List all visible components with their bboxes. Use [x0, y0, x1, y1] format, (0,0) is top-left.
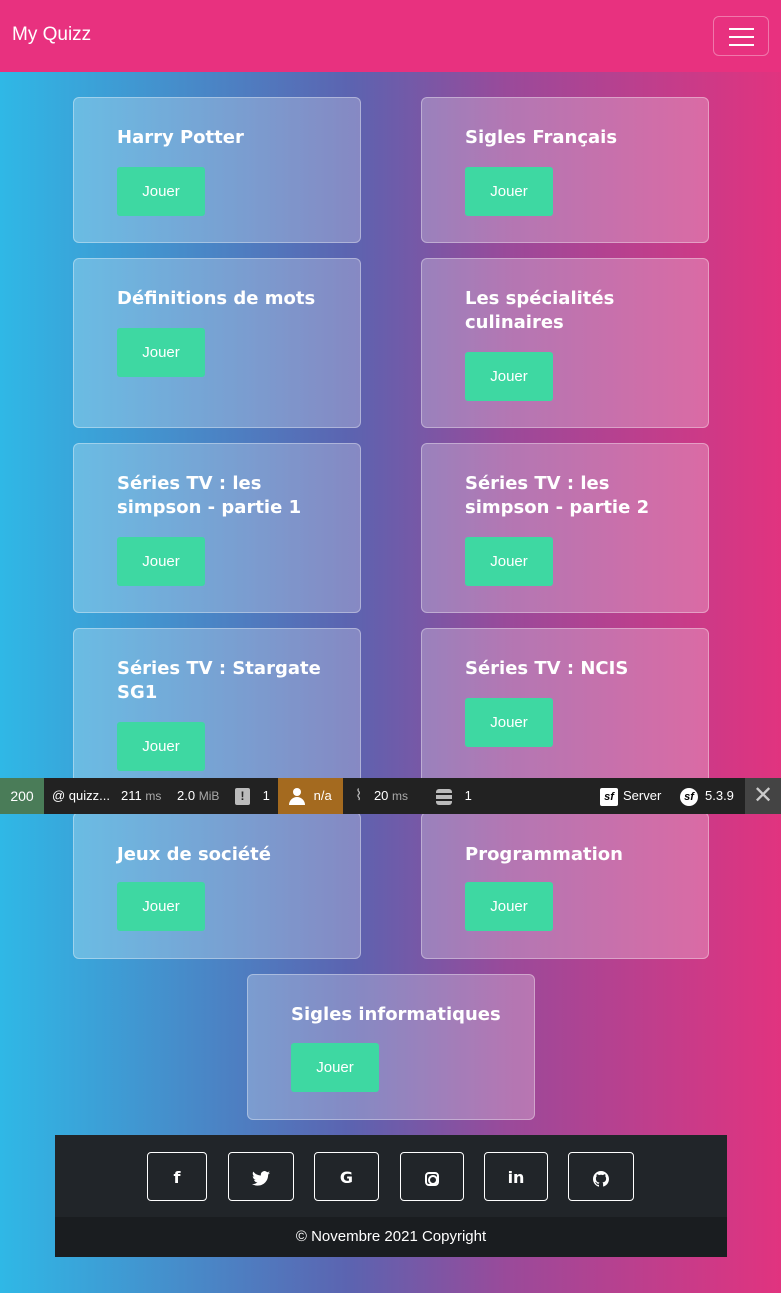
user-label: n/a — [313, 788, 332, 803]
db-count: 1 — [464, 788, 472, 803]
brand-link[interactable]: My Quizz — [12, 24, 91, 46]
play-button[interactable]: Jouer — [117, 722, 205, 771]
server-panel[interactable]: sf Server — [600, 778, 661, 814]
quiz-card: Programmation Jouer — [421, 812, 709, 959]
symfony-version: 5.3.9 — [705, 788, 734, 803]
play-button[interactable]: Jouer — [465, 698, 553, 747]
quiz-card: Séries TV : les simpson - partie 2 Jouer — [421, 443, 709, 613]
play-button[interactable]: Jouer — [465, 537, 553, 586]
version-panel[interactable]: sf 5.3.9 — [680, 778, 734, 814]
quiz-title: Séries TV : NCIS — [465, 658, 629, 679]
instagram-icon[interactable] — [400, 1152, 464, 1201]
navbar: My Quizz — [0, 0, 781, 72]
twig-panel[interactable]: ⌇ 20 ms — [355, 778, 408, 814]
logs-count: 1 — [262, 788, 270, 803]
quiz-title: Séries TV : les simpson - partie 1 — [117, 473, 302, 518]
user-panel[interactable]: n/a — [278, 778, 343, 814]
play-button[interactable]: Jouer — [117, 328, 205, 377]
symfony-logo-icon: sf — [680, 787, 698, 806]
quiz-card: Les spécialités culinaires Jouer — [421, 258, 709, 428]
linkedin-icon[interactable]: in — [484, 1152, 548, 1201]
quiz-card: Séries TV : les simpson - partie 1 Jouer — [73, 443, 361, 613]
quiz-title: Sigles informatiques — [291, 1004, 501, 1025]
quiz-title: Programmation — [465, 844, 623, 865]
quiz-card: Séries TV : Stargate SG1 Jouer — [73, 628, 361, 798]
twig-value: 20 — [373, 788, 389, 803]
quiz-title: Sigles Français — [465, 127, 618, 148]
quiz-title: Séries TV : les simpson - partie 2 — [465, 473, 650, 518]
database-icon — [436, 788, 452, 805]
quiz-title: Harry Potter — [117, 127, 244, 148]
twig-unit: ms — [392, 789, 409, 803]
play-button[interactable]: Jouer — [117, 882, 205, 931]
google-icon[interactable]: G — [314, 1152, 379, 1201]
time-value: 211 — [121, 788, 142, 803]
twig-icon: ⌇ — [355, 787, 363, 804]
facebook-icon[interactable]: f — [147, 1152, 207, 1201]
warning-icon: ! — [235, 788, 250, 806]
quiz-card: Harry Potter Jouer — [73, 97, 361, 243]
quiz-title: Les spécialités culinaires — [465, 288, 615, 333]
database-panel[interactable]: 1 — [436, 778, 472, 814]
quiz-title: Définitions de mots — [117, 288, 316, 309]
quiz-card: Séries TV : NCIS Jouer — [421, 628, 709, 798]
copyright-text: © Novembre 2021 Copyright — [55, 1217, 727, 1257]
quiz-card: Sigles Français Jouer — [421, 97, 709, 243]
play-button[interactable]: Jouer — [465, 352, 553, 401]
memory-value: 2.0 — [177, 788, 196, 803]
play-button[interactable]: Jouer — [117, 167, 205, 216]
logs-panel[interactable]: ! 1 — [235, 778, 270, 814]
hamburger-icon — [729, 44, 754, 46]
menu-toggle-button[interactable] — [713, 16, 769, 56]
request-time[interactable]: 211 ms — [121, 778, 161, 814]
play-button[interactable]: Jouer — [465, 167, 553, 216]
hamburger-icon — [729, 36, 754, 38]
user-icon — [289, 788, 305, 806]
twitter-icon[interactable] — [228, 1152, 294, 1201]
server-label: Server — [623, 788, 662, 803]
footer: f G in © Novembre 2021 Copyright — [55, 1135, 727, 1257]
hamburger-icon — [729, 28, 754, 30]
time-unit: ms — [145, 789, 162, 803]
quiz-title: Séries TV : Stargate SG1 — [117, 658, 321, 703]
play-button[interactable]: Jouer — [291, 1043, 379, 1092]
memory-usage[interactable]: 2.0 MiB — [177, 778, 219, 814]
route-name[interactable]: @ quizz... — [52, 778, 110, 814]
memory-unit: MiB — [198, 789, 220, 803]
play-button[interactable]: Jouer — [117, 537, 205, 586]
github-icon[interactable] — [568, 1152, 634, 1201]
close-icon[interactable]: ✕ — [745, 778, 781, 814]
quiz-card: Définitions de mots Jouer — [73, 258, 361, 428]
play-button[interactable]: Jouer — [465, 882, 553, 931]
quiz-title: Jeux de société — [117, 844, 271, 865]
status-code[interactable]: 200 — [0, 778, 44, 814]
quiz-card: Jeux de société Jouer — [73, 812, 361, 959]
quiz-card: Sigles informatiques Jouer — [247, 974, 535, 1120]
symfony-icon: sf — [600, 787, 618, 806]
debug-toolbar: 200 @ quizz... 211 ms 2.0 MiB ! 1 n/a ⌇ … — [0, 778, 781, 814]
